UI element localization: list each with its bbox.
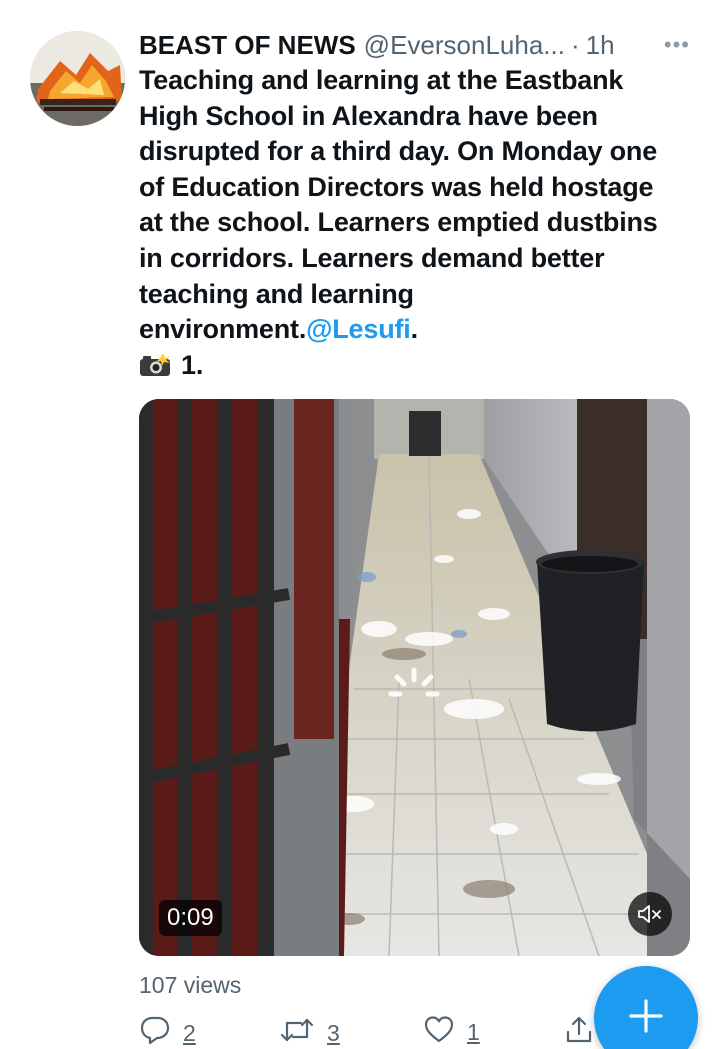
- camera-flash-icon: [139, 351, 171, 376]
- avatar[interactable]: [30, 31, 125, 126]
- retweet-button[interactable]: 3: [279, 1014, 340, 1049]
- tweet-text-segment: .: [410, 314, 419, 345]
- tweet-header: BEAST OF NEWS @EversonLuha... · 1h •••: [139, 28, 690, 62]
- tweet-text: Teaching and learning at the Eastbank Hi…: [139, 63, 699, 383]
- tweet-text-line: at the school. Learners emptied dustbins: [139, 207, 658, 238]
- tweet-text-last-line: environment.@Lesufi.: [139, 312, 699, 348]
- tweet-time[interactable]: 1h: [586, 28, 615, 62]
- separator-dot: ·: [570, 30, 580, 60]
- retweet-icon: [279, 1014, 315, 1049]
- share-icon: [563, 1014, 595, 1049]
- author-name[interactable]: BEAST OF NEWS: [139, 28, 356, 62]
- video-duration: 0:09: [159, 900, 222, 936]
- tweet-text-segment: environment.: [139, 314, 307, 345]
- reply-button[interactable]: 2: [139, 1014, 196, 1049]
- heart-icon: [423, 1014, 455, 1049]
- plus-icon: [628, 998, 664, 1039]
- reply-count: 2: [183, 1019, 196, 1046]
- share-button[interactable]: [563, 1014, 595, 1049]
- tweet-text-line: teaching and learning: [139, 278, 414, 309]
- reply-icon: [139, 1014, 171, 1049]
- mute-icon[interactable]: [628, 892, 672, 936]
- video-player[interactable]: 0:09: [139, 399, 690, 956]
- tweet-screen: BEAST OF NEWS @EversonLuha... · 1h ••• T…: [0, 0, 720, 1049]
- like-count: 1: [467, 1018, 480, 1045]
- compose-button[interactable]: [594, 966, 698, 1049]
- tweet-caption: 1.: [181, 349, 204, 380]
- author-handle[interactable]: @EversonLuha...: [364, 28, 565, 62]
- retweet-count: 3: [327, 1019, 340, 1046]
- tweet-actions: 2 3 1: [139, 1014, 599, 1049]
- tweet-text-line: disrupted for a third day. On Monday one: [139, 136, 658, 167]
- tweet-text-line: of Education Directors was held hostage: [139, 171, 654, 202]
- tweet-text-line: Teaching and learning at the Eastbank: [139, 65, 624, 95]
- view-count: 107 views: [139, 972, 242, 998]
- more-icon[interactable]: •••: [664, 28, 690, 62]
- like-button[interactable]: 1: [423, 1014, 480, 1049]
- tweet-caption-line: 1.: [139, 348, 699, 384]
- tweet-text-line: High School in Alexandra have been: [139, 100, 598, 131]
- mention-link[interactable]: @Lesufi: [306, 314, 411, 344]
- tweet-text-line: in corridors. Learners demand better: [139, 242, 605, 273]
